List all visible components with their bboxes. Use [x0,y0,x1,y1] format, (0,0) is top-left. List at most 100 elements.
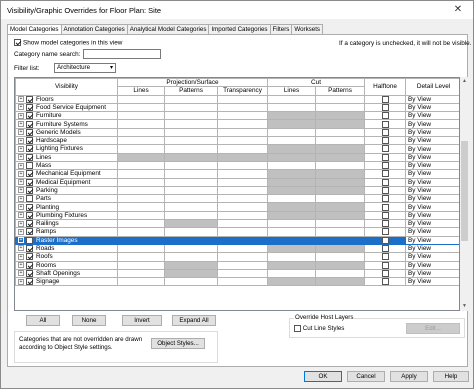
projection-patterns-cell[interactable] [164,260,218,270]
projection-patterns-cell[interactable] [164,177,218,187]
cut-lines-cell[interactable] [267,185,317,196]
cancel-button[interactable]: Cancel [347,371,385,382]
tab-imported-categories[interactable]: Imported Categories [208,24,271,34]
category-cell[interactable]: + Roads [15,243,118,254]
transparency-cell[interactable] [216,227,269,237]
halftone-checkbox[interactable] [381,203,389,211]
halftone-cell[interactable] [364,268,407,279]
projection-lines-cell[interactable] [117,252,165,262]
table-row[interactable]: + Rooms By View [15,260,459,270]
halftone-cell[interactable] [364,127,407,138]
detail-level-cell[interactable]: By View [405,227,459,237]
cut-lines-cell[interactable] [267,136,317,146]
expand-icon[interactable]: + [18,162,24,169]
halftone-checkbox[interactable] [381,137,389,144]
category-visibility-checkbox[interactable] [26,170,33,178]
detail-level-cell[interactable]: By View [405,202,459,212]
cut-lines-cell[interactable] [267,210,317,221]
projection-lines-cell[interactable] [117,111,165,121]
detail-level-cell[interactable]: By View [405,277,459,287]
projection-lines-cell[interactable] [117,235,165,245]
cut-lines-cell[interactable] [267,227,317,237]
transparency-cell[interactable] [216,277,269,287]
cut-lines-cell[interactable] [267,219,317,229]
cut-patterns-cell[interactable] [315,194,366,204]
expand-icon[interactable]: + [18,145,24,152]
projection-patterns-cell[interactable] [164,111,218,121]
cut-lines-cell[interactable] [267,127,317,138]
halftone-checkbox[interactable] [381,129,389,136]
table-row[interactable]: + Hardscape By View [15,136,459,146]
table-row[interactable]: + Plumbing Fixtures By View [15,210,459,221]
table-scrollbar[interactable]: ▲ ▼ [460,77,468,311]
cut-patterns-cell[interactable] [315,219,366,229]
all-button[interactable]: All [26,315,60,326]
category-visibility-checkbox[interactable] [26,253,33,260]
detail-level-cell[interactable]: By View [405,136,459,146]
projection-lines-cell[interactable] [117,119,165,129]
table-row[interactable]: + Roofs By View [15,252,459,262]
category-cell[interactable]: + Raster Images [15,235,118,245]
halftone-checkbox[interactable] [381,253,389,260]
category-cell[interactable]: + Roofs [15,252,118,262]
table-row[interactable]: + Signage By View [15,277,459,287]
cut-patterns-cell[interactable] [315,136,366,146]
transparency-cell[interactable] [216,219,269,229]
halftone-cell[interactable] [364,227,407,237]
halftone-cell[interactable] [364,252,407,262]
halftone-cell[interactable] [364,94,407,104]
expand-icon[interactable]: + [18,253,24,260]
category-cell[interactable]: + Mass [15,160,118,171]
projection-patterns-cell[interactable] [164,243,218,254]
halftone-cell[interactable] [364,160,407,171]
halftone-checkbox[interactable] [381,262,389,269]
table-row[interactable]: + Raster Images By View [15,235,459,245]
category-visibility-checkbox[interactable] [26,104,33,111]
halftone-cell[interactable] [364,144,407,154]
scroll-down-icon[interactable]: ▼ [460,302,469,311]
table-row[interactable]: + Lines By View [15,152,459,162]
expand-all-button[interactable]: Expand All [172,315,216,326]
cut-patterns-cell[interactable] [315,111,366,121]
expand-icon[interactable]: + [18,237,24,244]
cut-lines-cell[interactable] [267,243,317,254]
expand-icon[interactable]: + [18,212,24,219]
transparency-cell[interactable] [216,127,269,138]
halftone-checkbox[interactable] [381,179,389,186]
category-visibility-checkbox[interactable] [26,203,33,211]
filter-list-select[interactable]: Architecture ▾ [54,63,116,73]
projection-patterns-cell[interactable] [164,169,218,179]
transparency-cell[interactable] [216,202,269,212]
close-icon[interactable]: ✕ [445,2,471,17]
cut-patterns-cell[interactable] [315,127,366,138]
projection-lines-cell[interactable] [117,260,165,270]
halftone-cell[interactable] [364,185,407,196]
projection-lines-cell[interactable] [117,185,165,196]
cut-lines-cell[interactable] [267,177,317,187]
halftone-checkbox[interactable] [381,220,389,227]
ok-button[interactable]: OK [304,371,342,382]
category-visibility-checkbox[interactable] [26,137,33,144]
expand-icon[interactable]: + [18,137,24,144]
projection-patterns-cell[interactable] [164,119,218,129]
halftone-cell[interactable] [364,111,407,121]
transparency-cell[interactable] [216,169,269,179]
detail-level-cell[interactable]: By View [405,144,459,154]
transparency-cell[interactable] [216,268,269,279]
detail-level-cell[interactable]: By View [405,210,459,221]
apply-button[interactable]: Apply [390,371,428,382]
cut-lines-cell[interactable] [267,202,317,212]
cut-patterns-cell[interactable] [315,235,366,245]
detail-level-cell[interactable]: By View [405,219,459,229]
category-visibility-checkbox[interactable] [26,278,33,285]
expand-icon[interactable]: + [18,112,24,119]
category-visibility-checkbox[interactable] [26,220,33,227]
cut-patterns-cell[interactable] [315,210,366,221]
expand-icon[interactable]: + [18,204,24,210]
detail-level-cell[interactable]: By View [405,119,459,129]
expand-icon[interactable]: + [18,129,24,136]
category-cell[interactable]: + Furniture [15,111,118,121]
cut-patterns-cell[interactable] [315,177,366,187]
projection-patterns-cell[interactable] [164,227,218,237]
cut-line-styles-checkbox[interactable] [294,325,301,332]
